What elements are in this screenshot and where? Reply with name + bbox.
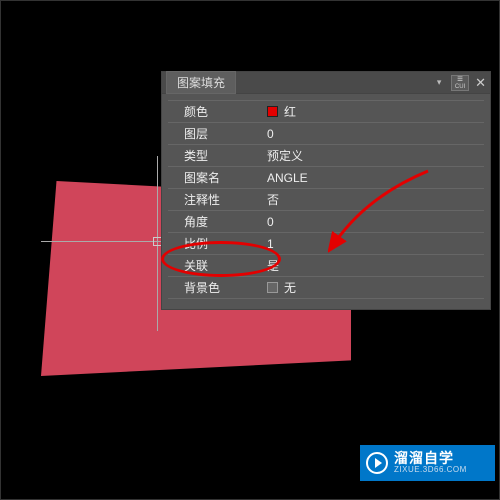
property-value: 否 <box>263 191 484 208</box>
watermark-url: ZIXUE.3D66.COM <box>394 466 467 475</box>
property-label: 比例 <box>168 235 263 252</box>
property-value: 0 <box>263 215 484 229</box>
property-label: 类型 <box>168 147 263 164</box>
property-value: 预定义 <box>263 147 484 164</box>
property-value: 1 <box>263 237 484 251</box>
property-label: 图层 <box>168 125 263 142</box>
panel-body: 颜色 红 图层 0 类型 预定义 图案名 ANGLE <box>162 94 490 309</box>
property-label: 角度 <box>168 213 263 230</box>
property-label: 颜色 <box>168 103 263 120</box>
property-list: 颜色 红 图层 0 类型 预定义 图案名 ANGLE <box>168 100 484 299</box>
property-row-annotative[interactable]: 注释性 否 <box>168 189 484 211</box>
property-row-scale[interactable]: 比例 1 <box>168 233 484 255</box>
property-label: 图案名 <box>168 169 263 186</box>
property-row-associative[interactable]: 关联 是 <box>168 255 484 277</box>
property-value: 无 <box>263 279 484 296</box>
color-swatch-icon <box>267 106 278 117</box>
property-value: 0 <box>263 127 484 141</box>
property-label: 关联 <box>168 257 263 274</box>
panel-dropdown-icon[interactable]: ▾ <box>433 77 445 89</box>
property-label: 注释性 <box>168 191 263 208</box>
property-row-bgcolor[interactable]: 背景色 无 <box>168 277 484 299</box>
property-row-angle[interactable]: 角度 0 <box>168 211 484 233</box>
property-value: 是 <box>263 257 484 274</box>
watermark-title: 溜溜自学 <box>394 451 467 466</box>
property-row-pattern[interactable]: 图案名 ANGLE <box>168 167 484 189</box>
close-icon[interactable]: ✕ <box>475 75 486 91</box>
checkbox-icon <box>267 282 278 293</box>
play-icon <box>366 452 388 474</box>
hatch-properties-panel: 图案填充 ▾ CUI ✕ 颜色 红 图层 0 类型 <box>161 71 491 310</box>
property-label: 背景色 <box>168 279 263 296</box>
panel-header[interactable]: 图案填充 ▾ CUI ✕ <box>162 72 490 94</box>
property-value: 红 <box>263 103 484 120</box>
cui-icon[interactable]: CUI <box>451 75 469 91</box>
property-row-type[interactable]: 类型 预定义 <box>168 145 484 167</box>
property-row-color[interactable]: 颜色 红 <box>168 101 484 123</box>
property-row-layer[interactable]: 图层 0 <box>168 123 484 145</box>
panel-title: 图案填充 <box>166 71 236 94</box>
watermark: 溜溜自学 ZIXUE.3D66.COM <box>360 445 495 481</box>
property-value: ANGLE <box>263 171 484 185</box>
